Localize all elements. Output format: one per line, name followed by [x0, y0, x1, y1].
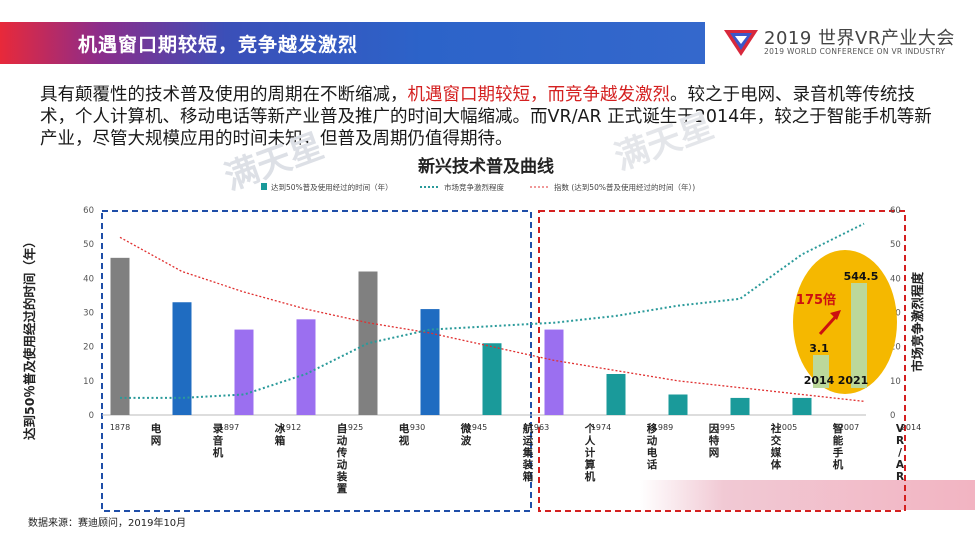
inset-bar	[851, 283, 867, 388]
bar	[234, 329, 254, 415]
inset-value-label: 544.5	[844, 270, 879, 283]
x-category-label: 社	[770, 422, 782, 435]
bar	[606, 374, 626, 415]
x-category-label: R	[896, 471, 904, 483]
y-tick-label: 40	[83, 274, 94, 284]
y2-tick-label: 40	[890, 274, 901, 284]
bar	[544, 329, 564, 415]
x-category-label: 手	[833, 446, 844, 459]
bar	[358, 271, 378, 415]
x-category-label: 机	[585, 470, 596, 483]
x-year-label: 1878	[110, 423, 130, 432]
inset-value-label: 3.1	[809, 342, 829, 355]
y-tick-label: 20	[83, 343, 94, 353]
legend-label-competition: 市场竞争激烈程度	[444, 182, 504, 192]
data-source-note: 数据来源：赛迪顾问，2019年10月	[28, 518, 187, 529]
x-category-label: 置	[337, 483, 348, 495]
x-category-label: 因	[709, 423, 720, 435]
y2-tick-label: 60	[890, 206, 901, 216]
x-category-label: 网	[709, 447, 720, 459]
x-category-label: 智	[832, 422, 844, 435]
x-category-label: 机	[833, 458, 844, 471]
x-category-label: 移	[647, 422, 658, 435]
x-category-label: 箱	[523, 470, 534, 483]
bar	[792, 397, 812, 415]
y2-axis-title: 市场竞争激烈程度	[910, 271, 925, 372]
legend-swatch-bars	[261, 183, 267, 190]
x-category-label: /	[898, 447, 902, 459]
x-category-label: 媒	[770, 446, 782, 459]
bar	[296, 319, 316, 415]
bar	[730, 397, 750, 415]
x-category-label: V	[896, 423, 905, 435]
x-category-label: 机	[213, 446, 224, 459]
bar	[420, 309, 440, 415]
x-category-label: 个	[584, 422, 596, 435]
inset-year-label: 2021	[838, 374, 869, 387]
x-category-label: 特	[709, 434, 720, 447]
x-category-label: 电	[399, 422, 410, 435]
x-category-label: 动	[337, 434, 348, 447]
y-tick-label: 0	[89, 411, 94, 421]
x-category-label: 电	[151, 422, 162, 435]
x-category-label: 网	[151, 435, 162, 447]
inset-year-label: 2014	[804, 374, 835, 387]
x-category-label: 交	[771, 434, 782, 447]
x-category-label: 体	[771, 458, 782, 471]
x-category-label: 传	[336, 446, 348, 459]
x-category-label: 冰	[275, 422, 286, 435]
x-category-label: 运	[523, 435, 534, 447]
x-category-label: 电	[647, 446, 658, 459]
bar	[110, 257, 130, 415]
x-category-label: 集	[522, 446, 534, 459]
x-category-label: 计	[585, 446, 596, 459]
adoption-chart: 满天星满天星01020304050600102030405060达到50％普及使…	[22, 106, 925, 512]
x-category-label: A	[896, 459, 905, 471]
y-axis-title: 达到50％普及使用经过的时间（年）	[22, 235, 37, 440]
x-category-label: 视	[399, 434, 410, 447]
legend-label-bars: 达到50%普及使用经过的时间（年）	[271, 182, 393, 192]
group-box-traditional	[101, 210, 532, 512]
x-category-label: 波	[461, 434, 472, 447]
y2-tick-label: 50	[890, 240, 901, 250]
x-category-label: 装	[336, 470, 348, 483]
x-category-label: 动	[337, 458, 348, 471]
y-tick-label: 10	[83, 377, 94, 387]
x-category-label: 航	[523, 422, 534, 435]
bar	[482, 343, 502, 415]
y2-tick-label: 10	[890, 377, 901, 387]
y-tick-label: 60	[83, 206, 94, 216]
watermark-icon: 满天星	[609, 106, 719, 178]
x-category-label: 装	[522, 458, 534, 471]
x-category-label: 话	[647, 458, 658, 471]
y-tick-label: 50	[83, 240, 94, 250]
legend-label-trend: 指数 (达到50%普及使用经过的时间（年）)	[554, 182, 695, 192]
x-category-label: 音	[213, 434, 224, 447]
x-category-label: R	[896, 435, 904, 447]
x-category-label: 录	[213, 423, 224, 435]
x-category-label: 能	[833, 434, 844, 447]
bar	[668, 394, 688, 415]
x-category-label: 自	[337, 422, 348, 435]
x-category-label: 人	[585, 434, 596, 447]
x-category-label: 箱	[275, 434, 286, 447]
inset-multiplier-label: 175倍	[796, 292, 836, 308]
y-tick-label: 30	[83, 309, 94, 319]
x-category-label: 算	[585, 458, 596, 471]
x-category-label: 微	[460, 422, 472, 435]
y2-tick-label: 0	[890, 411, 895, 421]
x-category-label: 动	[647, 434, 658, 447]
